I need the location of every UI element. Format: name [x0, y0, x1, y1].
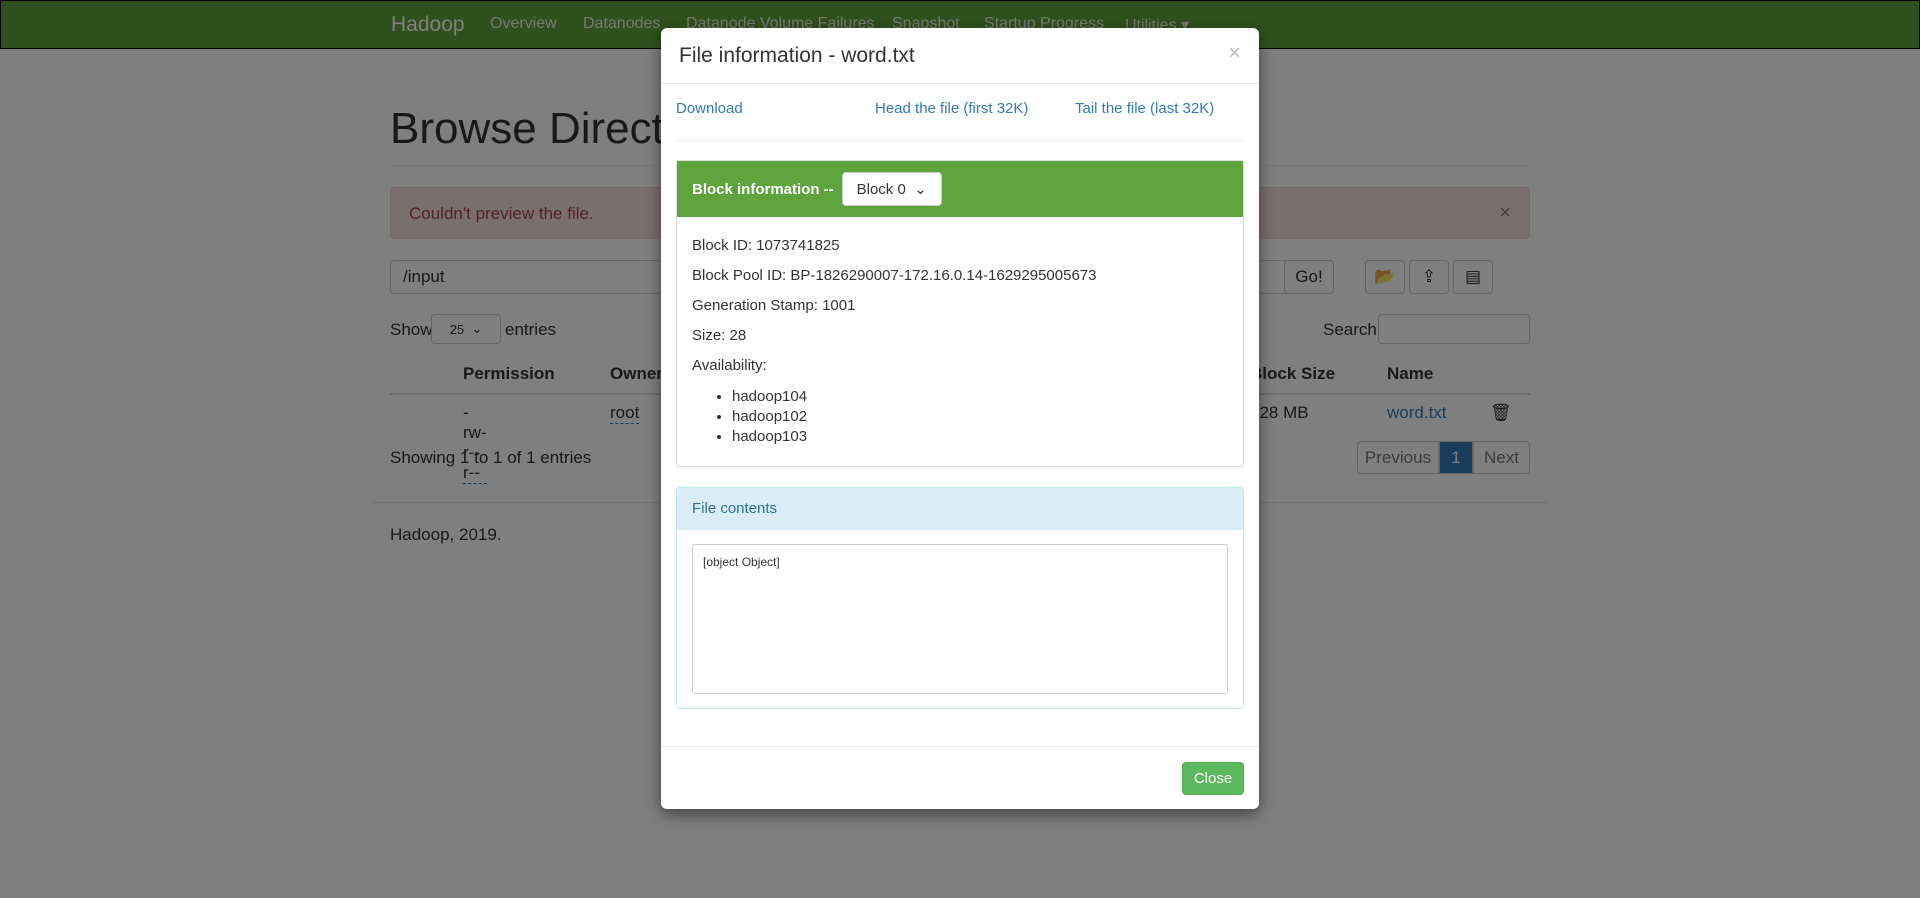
close-icon[interactable]: × — [1228, 40, 1241, 66]
file-info-modal: File information - word.txt × Download H… — [661, 28, 1259, 809]
block-id: Block ID: 1073741825 — [692, 237, 840, 254]
close-button[interactable]: Close — [1182, 762, 1244, 795]
host-item: hadoop102 — [732, 407, 1228, 427]
block-select-value: Block 0 — [856, 180, 906, 198]
availability-label: Availability: — [692, 357, 767, 374]
host-item: hadoop104 — [732, 387, 1228, 407]
block-size-info: Size: 28 — [692, 327, 747, 344]
file-contents-label: File contents — [677, 488, 1243, 530]
block-select[interactable]: Block 0 ⌄ — [841, 172, 942, 206]
head-file-link[interactable]: Head the file (first 32K) — [875, 100, 1028, 117]
block-info-panel: Block information -- Block 0 ⌄ Block ID:… — [676, 160, 1244, 467]
file-contents-textarea[interactable]: [object Object] — [692, 544, 1228, 694]
block-pool-id: Block Pool ID: BP-1826290007-172.16.0.14… — [692, 267, 1097, 284]
modal-title: File information - word.txt — [679, 44, 915, 67]
block-info-label: Block information -- — [692, 180, 834, 198]
file-contents-panel: File contents [object Object] — [676, 487, 1244, 709]
host-item: hadoop103 — [732, 427, 1228, 447]
download-link[interactable]: Download — [676, 100, 743, 117]
generation-stamp: Generation Stamp: 1001 — [692, 297, 856, 314]
tail-file-link[interactable]: Tail the file (last 32K) — [1075, 100, 1214, 117]
